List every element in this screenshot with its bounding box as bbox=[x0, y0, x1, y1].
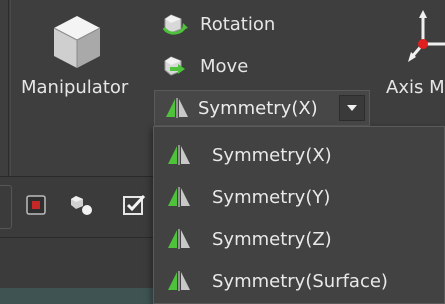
option-label: Symmetry(Y) bbox=[212, 186, 331, 208]
toolbar-input-box[interactable] bbox=[0, 185, 12, 229]
chevron-down-icon bbox=[347, 105, 357, 111]
move-label: Move bbox=[200, 55, 249, 77]
symmetry-icon bbox=[166, 98, 188, 118]
symmetry-icon bbox=[168, 187, 190, 207]
record-icon[interactable] bbox=[24, 193, 48, 217]
option-label: Symmetry(Z) bbox=[212, 228, 332, 250]
shape-icon[interactable] bbox=[70, 193, 94, 217]
ribbon-divider-highlight bbox=[10, 0, 11, 176]
rotation-button[interactable]: Rotation bbox=[162, 11, 275, 37]
symmetry-icon bbox=[168, 271, 190, 291]
ribbon-divider bbox=[8, 0, 9, 176]
symmetry-dropdown[interactable]: Symmetry(X) bbox=[154, 90, 370, 126]
axis-label: Axis M bbox=[386, 77, 445, 98]
rotation-label: Rotation bbox=[200, 13, 276, 35]
cube-icon bbox=[53, 16, 101, 68]
rotation-icon bbox=[162, 14, 188, 35]
option-label: Symmetry(X) bbox=[212, 144, 332, 166]
option-label: Symmetry(Surface) bbox=[212, 270, 388, 292]
symmetry-selected-label: Symmetry(X) bbox=[198, 97, 318, 119]
move-icon bbox=[164, 56, 185, 76]
checkbox-icon[interactable] bbox=[122, 193, 146, 217]
manipulator-label: Manipulator bbox=[21, 77, 129, 98]
symmetry-option-x[interactable]: Symmetry(X) bbox=[154, 135, 444, 175]
symmetry-dropdown-toggle[interactable] bbox=[339, 95, 365, 121]
symmetry-icon bbox=[168, 145, 190, 165]
axis-icon bbox=[408, 10, 445, 62]
move-button[interactable]: Move bbox=[162, 53, 248, 79]
symmetry-option-y[interactable]: Symmetry(Y) bbox=[154, 177, 444, 217]
symmetry-options-list: Symmetry(X) Symmetry(Y) Symmetry(Z) Symm… bbox=[153, 126, 445, 304]
symmetry-option-z[interactable]: Symmetry(Z) bbox=[154, 219, 444, 259]
symmetry-icon bbox=[168, 229, 190, 249]
symmetry-option-surface[interactable]: Symmetry(Surface) bbox=[154, 261, 444, 301]
